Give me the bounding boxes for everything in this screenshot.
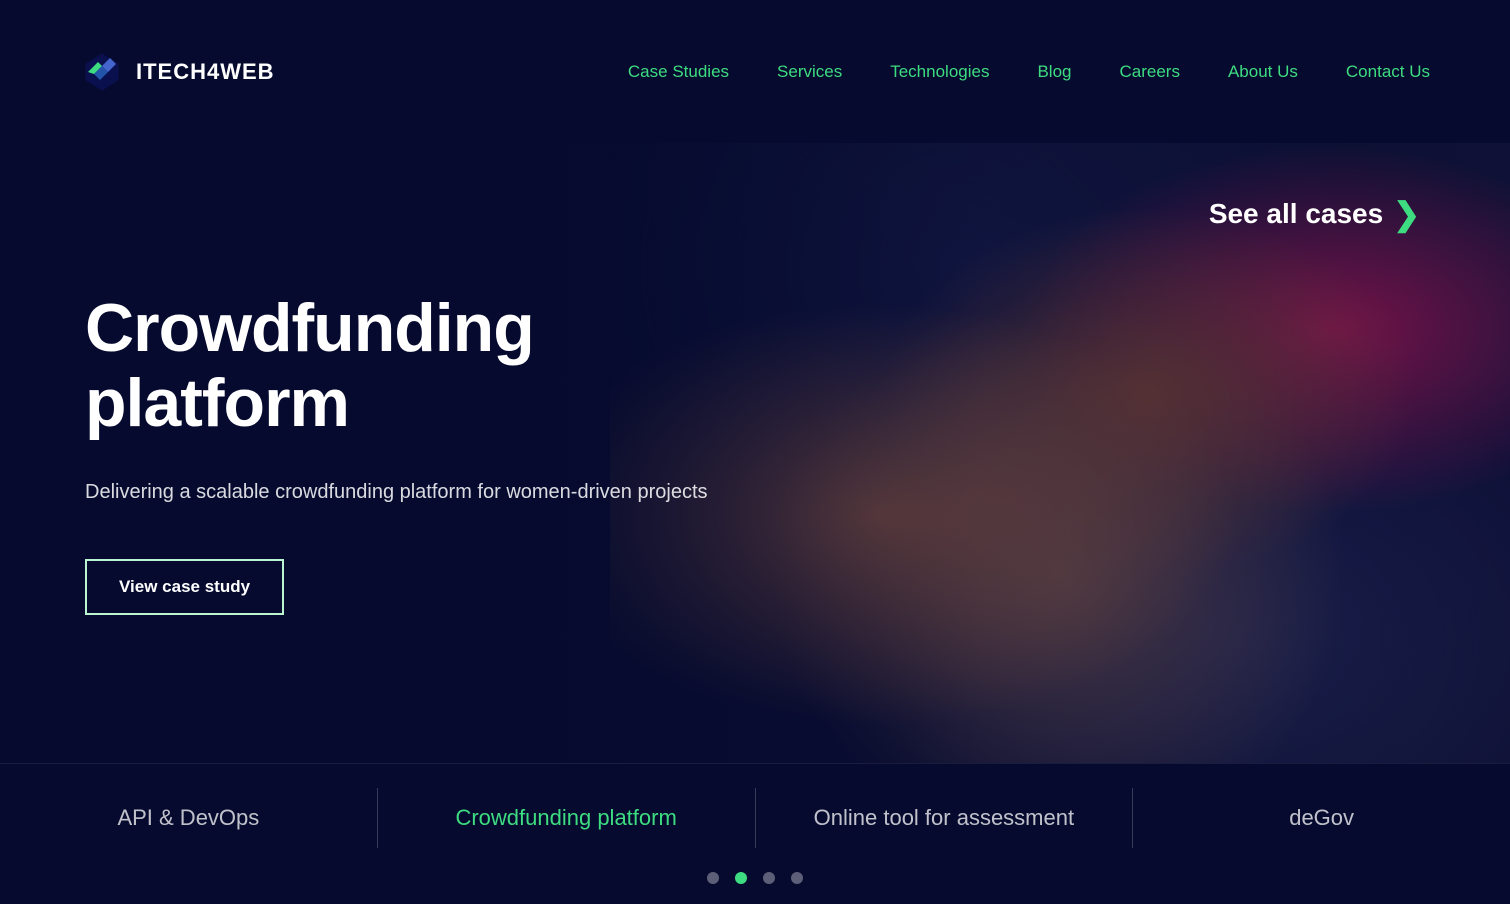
- hero-title: Crowdfunding platform: [85, 291, 765, 441]
- header: ITECH4WEB Case Studies Services Technolo…: [0, 0, 1510, 143]
- nav-item-services[interactable]: Services: [777, 62, 842, 82]
- view-case-study-button[interactable]: View case study: [85, 559, 284, 615]
- nav-item-contact-us[interactable]: Contact Us: [1346, 62, 1430, 82]
- logo-icon: [80, 50, 124, 94]
- nav-item-about-us[interactable]: About Us: [1228, 62, 1298, 82]
- bottom-nav-item-degov[interactable]: deGov: [1133, 764, 1510, 872]
- hero-subtitle: Delivering a scalable crowdfunding platf…: [85, 477, 765, 507]
- main-nav: Case Studies Services Technologies Blog …: [628, 62, 1430, 82]
- nav-item-case-studies[interactable]: Case Studies: [628, 62, 729, 82]
- see-all-cases-label: See all cases: [1209, 198, 1383, 230]
- bottom-nav-item-assessment[interactable]: Online tool for assessment: [756, 764, 1133, 872]
- nav-item-blog[interactable]: Blog: [1037, 62, 1071, 82]
- carousel-dots: [0, 872, 1510, 904]
- bottom-nav-item-api-devops[interactable]: API & DevOps: [0, 764, 377, 872]
- chevron-right-icon: ❯: [1393, 198, 1420, 230]
- nav-item-careers[interactable]: Careers: [1120, 62, 1180, 82]
- dot-4[interactable]: [791, 872, 803, 884]
- bottom-nav-item-crowdfunding[interactable]: Crowdfunding platform: [378, 764, 755, 872]
- case-nav-bar: API & DevOps Crowdfunding platform Onlin…: [0, 763, 1510, 872]
- dot-2[interactable]: [735, 872, 747, 884]
- dot-1[interactable]: [707, 872, 719, 884]
- nav-item-technologies[interactable]: Technologies: [890, 62, 989, 82]
- hero-content: Crowdfunding platform Delivering a scala…: [0, 291, 850, 615]
- see-all-cases-link[interactable]: See all cases ❯: [1209, 198, 1420, 230]
- logo[interactable]: ITECH4WEB: [80, 50, 275, 94]
- hero-section: See all cases ❯ Crowdfunding platform De…: [0, 143, 1510, 763]
- dot-3[interactable]: [763, 872, 775, 884]
- logo-text: ITECH4WEB: [136, 59, 275, 85]
